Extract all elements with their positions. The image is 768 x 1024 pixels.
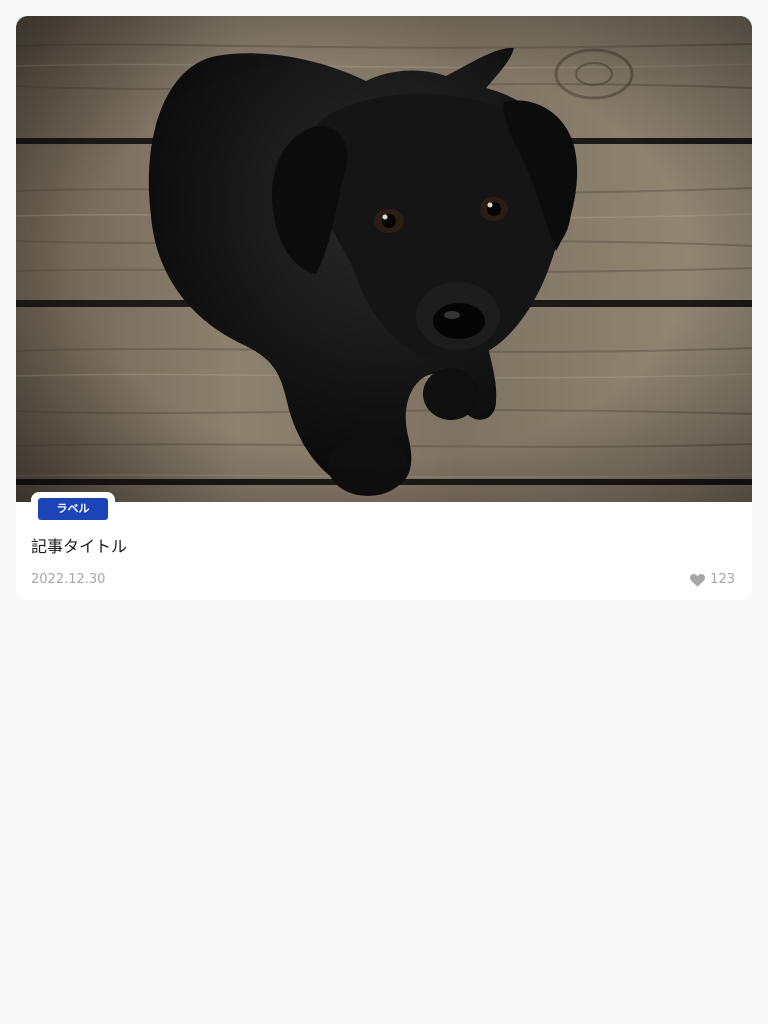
- category-label-badge[interactable]: ラベル: [38, 498, 108, 520]
- article-title[interactable]: 記事タイトル: [31, 535, 127, 559]
- like-counter[interactable]: 123: [690, 571, 735, 589]
- like-count: 123: [710, 572, 735, 587]
- label-tab: ラベル: [31, 492, 115, 524]
- heart-icon: [690, 573, 706, 587]
- article-card[interactable]: ラベル 記事タイトル 2022.12.30 123: [16, 16, 752, 600]
- article-date: 2022.12.30: [31, 572, 106, 587]
- article-thumbnail: [16, 16, 752, 502]
